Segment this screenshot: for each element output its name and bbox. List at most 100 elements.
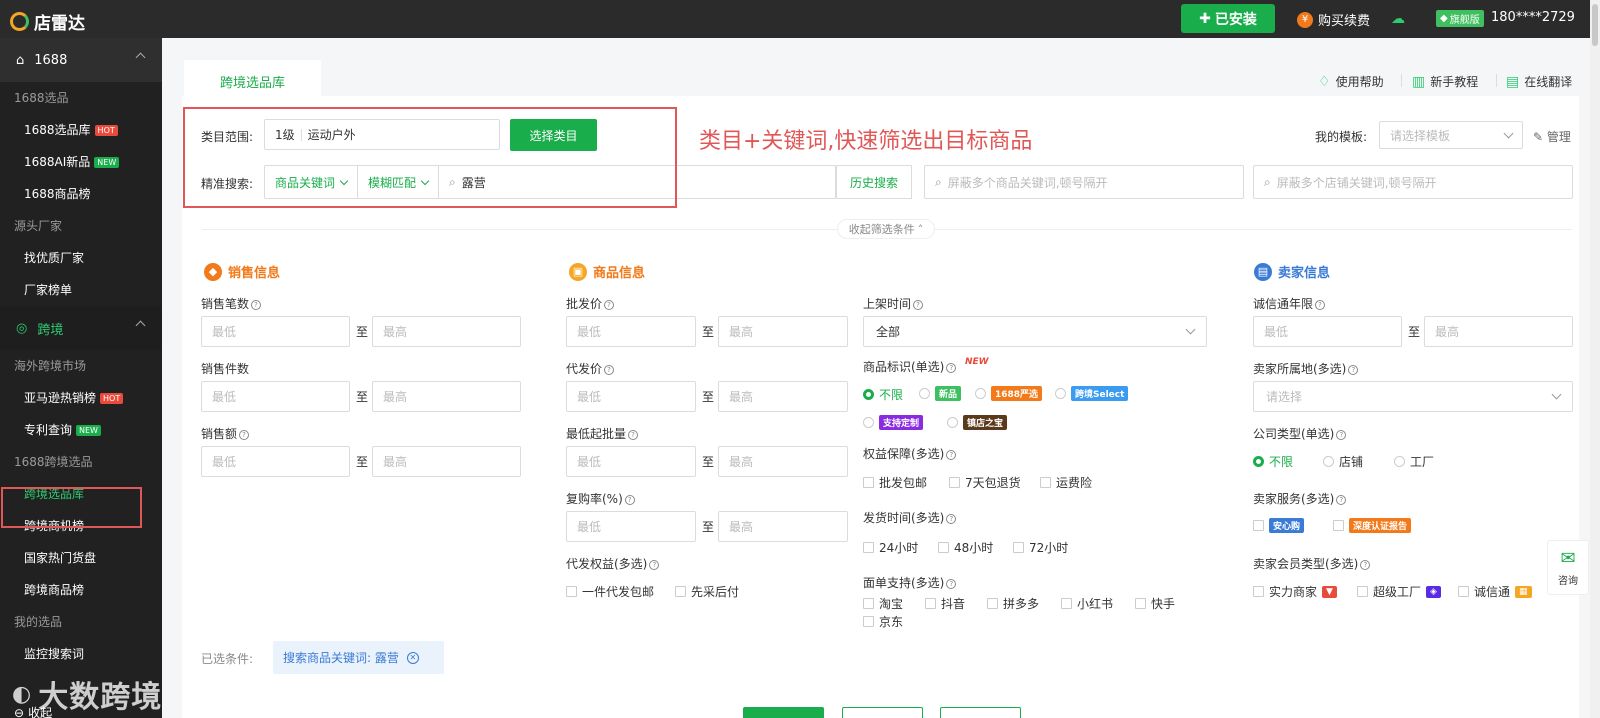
checkbox[interactable] [1333, 520, 1344, 531]
checkbox[interactable] [938, 542, 949, 553]
sales-amount-min[interactable]: 最低 [201, 446, 350, 477]
help-icon[interactable]: ? [628, 429, 639, 440]
mark-opt-treasure[interactable]: 镇店之宝 [947, 415, 1008, 430]
cloud-download-icon[interactable]: ☁ [1391, 11, 1405, 27]
checkbox[interactable] [863, 598, 874, 609]
help-icon[interactable]: ? [1336, 494, 1347, 505]
checkbox[interactable] [1357, 586, 1368, 597]
radio[interactable] [975, 388, 986, 399]
checkbox[interactable] [566, 586, 577, 597]
sidebar-item-amazon[interactable]: 亚马逊热销榜 HOT [0, 382, 162, 414]
repurchase-min[interactable]: 最低 [566, 511, 696, 542]
opt-7day[interactable]: 7天包退货 [949, 474, 1021, 491]
company-opt-unlimited[interactable]: 不限 [1253, 453, 1293, 470]
opt-kuaishou[interactable]: 快手 [1135, 595, 1175, 612]
help-icon[interactable]: ? [239, 429, 250, 440]
radio[interactable] [863, 417, 874, 428]
collapse-sidebar-button[interactable]: ⊖ 收起 [14, 704, 52, 718]
mark-opt-new[interactable]: 新品 [919, 386, 962, 401]
consult-button[interactable]: ✉ 咨询 [1547, 540, 1589, 595]
radio[interactable] [1394, 456, 1405, 467]
member-opt-super[interactable]: 超级工厂 ◈ [1357, 583, 1441, 600]
checkbox[interactable] [1040, 477, 1051, 488]
history-search-button[interactable]: 历史搜索 [836, 165, 912, 199]
opt-xhs[interactable]: 小红书 [1061, 595, 1113, 612]
help-icon[interactable]: ? [604, 364, 615, 375]
seller-region-select[interactable]: 请选择 [1253, 381, 1573, 412]
radio[interactable] [1323, 456, 1334, 467]
save-template-button[interactable] [940, 707, 1021, 718]
collapse-filter-button[interactable]: 收起筛选条件 ˄ [837, 219, 935, 239]
checkbox[interactable] [1458, 586, 1469, 597]
radio[interactable] [1253, 456, 1264, 467]
help-icon[interactable]: ? [946, 578, 957, 589]
help-icon[interactable]: ? [649, 559, 660, 570]
opt-freight[interactable]: 运费险 [1040, 474, 1092, 491]
help-icon[interactable]: ? [604, 299, 615, 310]
manage-link[interactable]: ✎ 管理 [1533, 128, 1571, 145]
checkbox[interactable] [1061, 598, 1072, 609]
cxt-years-min[interactable]: 最低 [1253, 316, 1402, 347]
opt-free-ship[interactable]: 批发包邮 [863, 474, 927, 491]
opt-try-first[interactable]: 先采后付 [675, 583, 739, 600]
exclude-goods-input[interactable]: ⌕ 屏蔽多个商品关键词,顿号隔开 [924, 165, 1244, 199]
help-icon[interactable]: ? [624, 494, 635, 505]
exclude-shop-input[interactable]: ⌕ 屏蔽多个店铺关键词,顿号隔开 [1253, 165, 1573, 199]
service-opt-deep[interactable]: 深度认证报告 [1333, 518, 1412, 533]
help-link[interactable]: ♢ 使用帮助 [1318, 73, 1384, 90]
opt-72h[interactable]: 72小时 [1013, 539, 1068, 556]
opt-48h[interactable]: 48小时 [938, 539, 993, 556]
wholesale-price-min[interactable]: 最低 [566, 316, 696, 347]
checkbox[interactable] [925, 598, 936, 609]
opt-pdd[interactable]: 拼多多 [987, 595, 1039, 612]
sales-amount-max[interactable]: 最高 [372, 446, 521, 477]
checkbox[interactable] [1135, 598, 1146, 609]
scrollbar-thumb[interactable] [1592, 4, 1598, 46]
radio[interactable] [863, 389, 874, 400]
checkbox[interactable] [949, 477, 960, 488]
checkbox[interactable] [1253, 586, 1264, 597]
member-opt-cxt[interactable]: 诚信通 ▦ [1458, 583, 1532, 600]
checkbox[interactable] [863, 477, 874, 488]
reset-button[interactable] [842, 707, 923, 718]
opt-24h[interactable]: 24小时 [863, 539, 918, 556]
mark-opt-select[interactable]: 跨境Select [1055, 386, 1129, 401]
opt-jd[interactable]: 京东 [863, 613, 903, 630]
sidebar-item-1688-ai[interactable]: 1688AI新品 NEW [0, 146, 162, 178]
sidebar-item-1688-lib[interactable]: 1688选品库 HOT [0, 114, 162, 146]
dropship-price-min[interactable]: 最低 [566, 381, 696, 412]
sales-pieces-max[interactable]: 最高 [372, 381, 521, 412]
mark-opt-unlimited[interactable]: 不限 [863, 386, 903, 403]
checkbox[interactable] [1253, 520, 1264, 531]
mark-opt-yanxuan[interactable]: 1688严选 [975, 386, 1043, 401]
wholesale-price-max[interactable]: 最高 [718, 316, 848, 347]
repurchase-max[interactable]: 最高 [718, 511, 848, 542]
sidebar-group-cross[interactable]: ◎ 跨境 [0, 306, 162, 350]
checkbox[interactable] [675, 586, 686, 597]
moq-min[interactable]: 最低 [566, 446, 696, 477]
sidebar-item-cross-rank[interactable]: 跨境商品榜 [0, 574, 162, 606]
member-opt-strong[interactable]: 实力商家 ▼ [1253, 583, 1337, 600]
page-scrollbar[interactable] [1590, 0, 1600, 718]
opt-one-piece[interactable]: 一件代发包邮 [566, 583, 654, 600]
template-select[interactable]: 请选择模板 [1379, 121, 1523, 149]
help-icon[interactable]: ? [946, 449, 957, 460]
mark-opt-custom[interactable]: 支持定制 [863, 415, 924, 430]
moq-max[interactable]: 最高 [718, 446, 848, 477]
radio[interactable] [1055, 388, 1066, 399]
listed-time-select[interactable]: 全部 [863, 316, 1207, 347]
sidebar-item-1688-rank[interactable]: 1688商品榜 [0, 178, 162, 210]
help-icon[interactable]: ? [1336, 429, 1347, 440]
tutorial-link[interactable]: ▥ 新手教程 [1412, 73, 1478, 90]
cxt-years-max[interactable]: 最高 [1424, 316, 1573, 347]
sidebar-group-1688[interactable]: ⌂ 1688 [0, 38, 162, 82]
sidebar-item-factory-find[interactable]: 找优质厂家 [0, 242, 162, 274]
sales-count-min[interactable]: 最低 [201, 316, 350, 347]
buy-renew-link[interactable]: ¥ 购买续费 [1297, 10, 1370, 29]
opt-douyin[interactable]: 抖音 [925, 595, 965, 612]
checkbox[interactable] [863, 542, 874, 553]
radio[interactable] [947, 417, 958, 428]
help-icon[interactable]: ? [946, 513, 957, 524]
help-icon[interactable]: ? [1360, 559, 1371, 570]
checkbox[interactable] [863, 616, 874, 627]
